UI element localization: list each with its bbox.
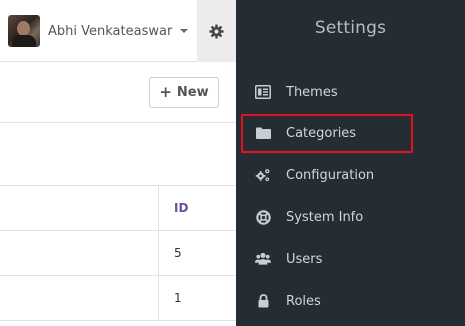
plus-icon: + bbox=[159, 83, 172, 101]
life-ring-icon bbox=[255, 209, 271, 225]
new-button-label: New bbox=[176, 85, 209, 100]
gear-icon bbox=[209, 23, 224, 39]
column-header-id[interactable]: ID bbox=[158, 186, 236, 230]
settings-item-themes[interactable]: Themes bbox=[236, 72, 465, 112]
table-header-row: ID bbox=[0, 186, 236, 231]
settings-item-label: Categories bbox=[286, 125, 357, 141]
table-cell-id: 1 bbox=[174, 291, 182, 305]
new-button[interactable]: + New bbox=[149, 77, 219, 108]
themes-icon bbox=[255, 84, 271, 100]
toolbar: + New bbox=[0, 62, 236, 123]
folder-icon bbox=[255, 125, 271, 141]
table-row[interactable]: 1 bbox=[0, 276, 236, 321]
avatar bbox=[8, 15, 40, 47]
settings-item-users[interactable]: Users bbox=[236, 239, 465, 279]
settings-panel: Settings Themes Categories Configuration… bbox=[236, 0, 465, 326]
table-row[interactable]: 5 bbox=[0, 231, 236, 276]
chevron-down-icon bbox=[180, 29, 189, 33]
lock-icon bbox=[255, 293, 271, 309]
settings-item-label: Roles bbox=[286, 293, 321, 309]
cogs-icon bbox=[255, 167, 271, 183]
settings-item-configuration[interactable]: Configuration bbox=[236, 155, 465, 195]
settings-title: Settings bbox=[314, 18, 387, 38]
settings-item-label: Configuration bbox=[286, 167, 375, 183]
settings-item-label: Users bbox=[286, 251, 323, 267]
filter-row bbox=[0, 123, 236, 186]
settings-item-label: System Info bbox=[286, 209, 364, 225]
table-cell-id: 5 bbox=[174, 246, 182, 260]
users-icon bbox=[255, 251, 271, 267]
data-table: ID 5 1 bbox=[0, 186, 236, 321]
settings-item-categories[interactable]: Categories bbox=[236, 113, 465, 153]
settings-item-system-info[interactable]: System Info bbox=[236, 197, 465, 237]
settings-item-label: Themes bbox=[286, 84, 338, 100]
settings-toggle-button[interactable] bbox=[197, 0, 236, 62]
user-menu[interactable]: Abhi Venkateaswar bbox=[8, 13, 189, 49]
settings-item-roles[interactable]: Roles bbox=[236, 281, 465, 321]
user-name: Abhi Venkateaswar bbox=[48, 23, 173, 39]
